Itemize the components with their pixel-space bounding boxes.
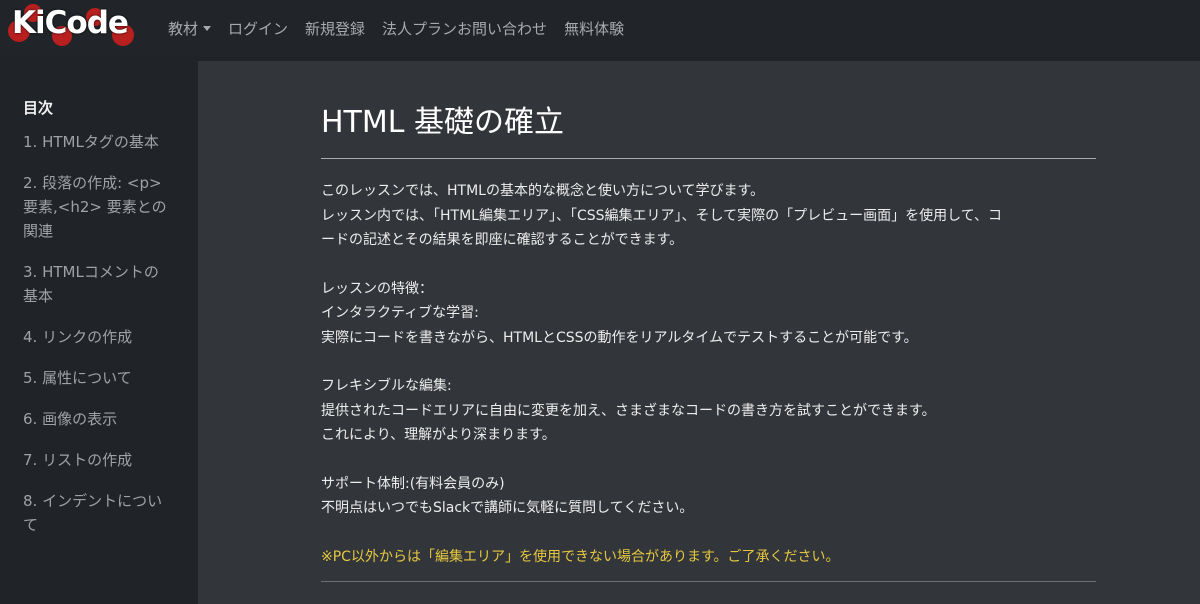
intro-line: レッスン内では、「HTML編集エリア」、「CSS編集エリア」、そして実際の「プレ… [321, 207, 1002, 224]
logo-text: KiCode [12, 5, 129, 41]
support-heading: サポート体制:(有料会員のみ) [321, 475, 505, 492]
nav-item-corporate-inquiry[interactable]: 法人プランお問い合わせ [382, 18, 547, 39]
nav-item-register[interactable]: 新規登録 [305, 18, 365, 39]
toc-item-paragraph[interactable]: 2. 段落の作成: <p>要素,<h2> 要素との関連 [23, 171, 173, 243]
toc-item-indent[interactable]: 8. インデントについて [23, 489, 173, 537]
top-navbar: KiCode 教材 ログイン 新規登録 法人プランお問い合わせ 無料体験 [0, 0, 1200, 57]
table-of-contents: 目次 1. HTMLタグの基本 2. 段落の作成: <p>要素,<h2> 要素と… [0, 57, 198, 604]
kicode-logo[interactable]: KiCode [8, 0, 158, 57]
flexible-line: 提供されたコードエリアに自由に変更を加え、さまざまなコードの書き方を試すことがで… [321, 402, 936, 419]
toc-item-attributes[interactable]: 5. 属性について [23, 366, 173, 390]
features-line: 実際にコードを書きながら、HTMLとCSSの動作をリアルタイムでテストすることが… [321, 329, 918, 346]
toc-item-lists[interactable]: 7. リストの作成 [23, 448, 173, 472]
toc-item-html-tags[interactable]: 1. HTMLタグの基本 [23, 130, 173, 154]
lesson-main: HTML 基礎の確立 このレッスンでは、HTMLの基本的な概念と使い方について学… [198, 61, 1200, 604]
nav-menu: 教材 ログイン 新規登録 法人プランお問い合わせ 無料体験 [168, 18, 641, 39]
toc-item-comments[interactable]: 3. HTMLコメントの基本 [23, 260, 173, 308]
divider [321, 581, 1096, 582]
support-paragraph: サポート体制:(有料会員のみ) 不明点はいつでもSlackで講師に気軽に質問して… [321, 472, 1096, 521]
intro-line: ードの記述とその結果を即座に確認することができます。 [321, 232, 684, 248]
lesson-content: HTML 基礎の確立 このレッスンでは、HTMLの基本的な概念と使い方について学… [321, 61, 1096, 582]
nav-item-login[interactable]: ログイン [228, 18, 288, 39]
features-paragraph: レッスンの特徴： インタラクティブな学習: 実際にコードを書きながら、HTMLと… [321, 277, 1096, 351]
nav-item-materials[interactable]: 教材 [168, 18, 212, 39]
toc-item-links[interactable]: 4. リンクの作成 [23, 325, 173, 349]
intro-paragraph: このレッスンでは、HTMLの基本的な概念と使い方について学びます。 レッスン内で… [321, 179, 1096, 253]
chevron-down-icon [203, 26, 212, 31]
toc-item-images[interactable]: 6. 画像の表示 [23, 407, 173, 431]
features-heading: レッスンの特徴： [321, 280, 433, 297]
features-subheading: インタラクティブな学習: [321, 305, 479, 321]
nav-item-label: 教材 [168, 20, 199, 38]
intro-line: このレッスンでは、HTMLの基本的な概念と使い方について学びます。 [321, 183, 765, 199]
pc-only-notice: ※PC以外からは「編集エリア」を使用できない場合があります。ご了承ください。 [321, 548, 840, 565]
lesson-title: HTML 基礎の確立 [321, 97, 1096, 159]
toc-title: 目次 [23, 99, 54, 117]
flexible-paragraph: フレキシブルな編集: 提供されたコードエリアに自由に変更を加え、さまざまなコード… [321, 374, 1096, 448]
flexible-line: これにより、理解がより深まります。 [321, 427, 556, 443]
nav-item-free-trial[interactable]: 無料体験 [564, 18, 624, 39]
support-line: 不明点はいつでもSlackで講師に気軽に質問してください。 [321, 500, 694, 516]
flexible-heading: フレキシブルな編集: [321, 378, 452, 394]
lesson-body: このレッスンでは、HTMLの基本的な概念と使い方について学びます。 レッスン内で… [321, 179, 1096, 521]
